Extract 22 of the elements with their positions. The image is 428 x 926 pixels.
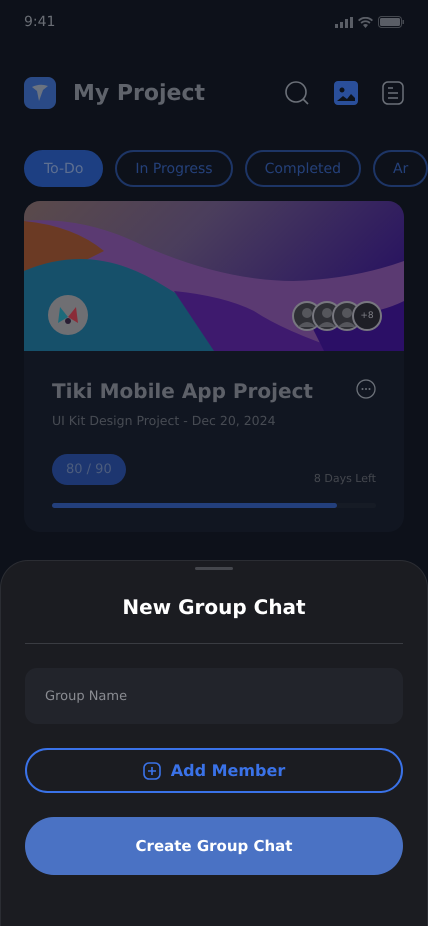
drag-handle[interactable] — [195, 567, 233, 570]
wifi-icon — [358, 16, 373, 28]
sheet-title: New Group Chat — [122, 595, 306, 619]
filter-tab[interactable]: Ar — [372, 150, 428, 187]
document-icon[interactable] — [382, 81, 404, 105]
company-logo-icon — [48, 295, 88, 335]
create-group-chat-button[interactable]: Create Group Chat — [25, 817, 403, 875]
search-icon[interactable] — [284, 80, 310, 106]
signal-icon — [335, 16, 353, 28]
group-name-field[interactable]: Group Name — [25, 668, 403, 724]
image-icon[interactable] — [334, 81, 358, 105]
more-icon[interactable] — [356, 379, 376, 399]
filter-tab[interactable]: Completed — [244, 150, 361, 187]
page-title: My Project — [73, 80, 206, 106]
filter-tab[interactable]: In Progress — [115, 150, 233, 187]
status-time: 9:41 — [24, 14, 56, 30]
app-logo-icon — [24, 77, 56, 109]
add-member-button[interactable]: Add Member — [25, 748, 403, 793]
plus-icon — [142, 762, 161, 780]
filter-tab[interactable]: To-Do — [24, 150, 104, 187]
battery-icon — [378, 16, 404, 28]
project-title: Tiki Mobile App Project — [52, 379, 313, 403]
